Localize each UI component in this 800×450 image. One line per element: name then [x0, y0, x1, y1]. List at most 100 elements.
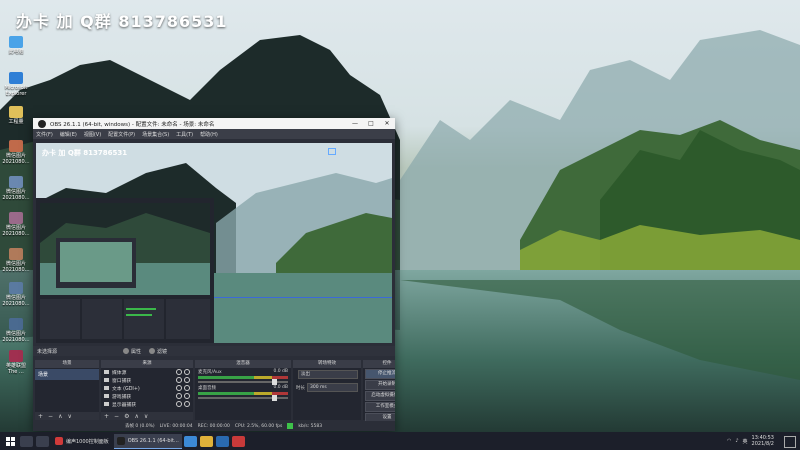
- sources-dock-footer: + − ⚙ ∧ ∨: [101, 412, 193, 420]
- obs-status-bar: 丢帧 0 (0.0%) LIVE: 00:00:04 REC: 00:00:00…: [33, 421, 395, 431]
- rec-timer-text: REC: 00:00:00: [197, 423, 230, 429]
- desktop-shortcut-icon: [9, 248, 23, 260]
- menu-item[interactable]: 场景集合(S): [142, 131, 169, 138]
- desktop-icon[interactable]: 此电脑: [2, 36, 30, 55]
- scene-list: 场景: [35, 369, 99, 380]
- control-button[interactable]: 开始录制: [365, 380, 395, 390]
- ime-indicator[interactable]: 英: [743, 438, 748, 445]
- remove-source-icon[interactable]: −: [114, 413, 119, 420]
- channel-db: 0.0 dB: [273, 369, 288, 374]
- source-item[interactable]: 显示器捕获: [101, 400, 193, 408]
- add-source-icon[interactable]: +: [104, 413, 109, 420]
- desktop-icon[interactable]: 微信图片 2021080…: [2, 212, 30, 237]
- volume-slider[interactable]: [198, 395, 288, 401]
- visibility-eye-icon[interactable]: [176, 393, 182, 399]
- menu-item[interactable]: 帮助(H): [200, 131, 218, 138]
- menu-item[interactable]: 配置文件(P): [108, 131, 135, 138]
- preview-resize-handle[interactable]: [328, 148, 336, 155]
- source-item[interactable]: 窗口捕获: [101, 376, 193, 384]
- lock-icon[interactable]: [184, 385, 190, 391]
- obs-window[interactable]: OBS 26.1.1 (64-bit, windows) - 配置文件: 未命名…: [33, 118, 395, 431]
- filter-icon: [149, 348, 156, 354]
- menu-item[interactable]: 工具(T): [176, 131, 193, 138]
- controls-dock: 控件 停止推流开始录制启动虚拟摄像机工作室模式设置退出: [363, 360, 395, 431]
- volume-slider[interactable]: [198, 379, 288, 385]
- lock-icon[interactable]: [184, 393, 190, 399]
- mixer-channel: 桌面音频 0.0 dB: [195, 384, 291, 401]
- maximize-icon[interactable]: □: [363, 120, 379, 127]
- obs-preview-canvas[interactable]: 办卡 加 Q群 813786531: [36, 143, 392, 343]
- desktop-icon[interactable]: 工程量: [2, 106, 30, 125]
- obs-titlebar[interactable]: OBS 26.1.1 (64-bit, windows) - 配置文件: 未命名…: [33, 118, 395, 129]
- visibility-eye-icon[interactable]: [176, 377, 182, 383]
- start-button[interactable]: [0, 436, 20, 446]
- lock-icon[interactable]: [184, 377, 190, 383]
- close-icon[interactable]: ✕: [379, 120, 395, 127]
- search-icon[interactable]: [20, 435, 33, 447]
- lock-icon[interactable]: [184, 369, 190, 375]
- move-up-icon[interactable]: ∧: [134, 413, 138, 420]
- desktop-icon[interactable]: 微信图片 2021080…: [2, 176, 30, 201]
- edge-icon[interactable]: [183, 435, 197, 447]
- system-tray: ◠ ♪ 英 13:40:53 2021/8/2: [727, 432, 774, 450]
- source-list: 媒体源 窗口捕获 文本 (GDI+) 游戏捕获 显示器捕获: [101, 368, 193, 408]
- visibility-eye-icon[interactable]: [176, 369, 182, 375]
- source-item[interactable]: 媒体源: [101, 368, 193, 376]
- desktop-icon[interactable]: 微信图片 2021080…: [2, 282, 30, 307]
- transition-duration-row: 时长 300 ms: [293, 381, 361, 394]
- desktop-icon[interactable]: 微信图片 2021080…: [2, 318, 30, 343]
- move-down-icon[interactable]: ∨: [144, 413, 148, 420]
- desktop-icon-label: 微信图片 2021080…: [2, 331, 30, 343]
- control-button[interactable]: 工作室模式: [365, 402, 395, 412]
- move-up-icon[interactable]: ∧: [58, 413, 62, 420]
- file-explorer-icon[interactable]: [199, 435, 213, 447]
- network-icon[interactable]: ◠: [727, 438, 731, 444]
- source-type-icon: [104, 378, 109, 382]
- visibility-eye-icon[interactable]: [176, 385, 182, 391]
- desktop-icon[interactable]: 微信图片 2021080…: [2, 140, 30, 165]
- visibility-eye-icon[interactable]: [176, 401, 182, 407]
- source-type-icon: [104, 370, 109, 374]
- obs-source-toolbar: 未选择源 属性 滤镜: [33, 346, 395, 356]
- desktop-shortcut-icon: [9, 350, 23, 362]
- menu-item[interactable]: 文件(F): [36, 131, 53, 138]
- scene-item[interactable]: 场景: [35, 369, 99, 380]
- duration-input[interactable]: 300 ms: [307, 383, 358, 392]
- source-item[interactable]: 游戏捕获: [101, 392, 193, 400]
- notification-center-icon[interactable]: [784, 436, 796, 448]
- bitrate-text: kb/s: 5583: [298, 423, 323, 429]
- task-view-icon[interactable]: [36, 435, 49, 447]
- desktop-icon[interactable]: Microsoft Explorer: [2, 72, 30, 97]
- add-scene-icon[interactable]: +: [38, 413, 43, 420]
- minimize-icon[interactable]: —: [347, 120, 363, 127]
- taskbar-app-button[interactable]: OBS 26.1.1 (64-bit…: [113, 433, 182, 449]
- desktop-icon[interactable]: 英雄联盟 The …: [2, 350, 30, 375]
- app-icon: [116, 436, 125, 445]
- move-down-icon[interactable]: ∨: [67, 413, 71, 420]
- menu-item[interactable]: 视图(V): [84, 131, 101, 138]
- audio-mixer-dock: 混音器 麦克风/Aux 0.0 dB 桌面音频 0.0 dB: [195, 360, 291, 420]
- control-button[interactable]: 停止推流: [365, 369, 395, 379]
- cpu-fps-text: CPU: 2.5%, 60.00 fps: [234, 423, 283, 429]
- properties-button[interactable]: 属性: [123, 348, 141, 355]
- control-button[interactable]: 启动虚拟摄像机: [365, 391, 395, 401]
- sources-dock-title: 来源: [101, 360, 193, 368]
- remove-scene-icon[interactable]: −: [48, 413, 53, 420]
- desktop-icon[interactable]: 微信图片 2021080…: [2, 248, 30, 273]
- lock-icon[interactable]: [184, 401, 190, 407]
- filters-button[interactable]: 滤镜: [149, 348, 167, 355]
- steam-icon[interactable]: [215, 435, 229, 447]
- source-item[interactable]: 文本 (GDI+): [101, 384, 193, 392]
- transition-type-select[interactable]: 淡出: [298, 370, 358, 379]
- channel-db: 0.0 dB: [273, 385, 288, 390]
- menu-item[interactable]: 编辑(E): [60, 131, 77, 138]
- taskbar-app-button[interactable]: 编声1000控制面板: [52, 434, 112, 448]
- volume-slider-knob[interactable]: [271, 395, 277, 401]
- volume-slider-knob[interactable]: [271, 379, 277, 385]
- desktop-icon-label: 此电脑: [8, 49, 24, 55]
- gear-icon[interactable]: ⚙: [124, 413, 129, 420]
- clock[interactable]: 13:40:53 2021/8/2: [752, 435, 774, 447]
- obs-logo-icon: [38, 119, 46, 128]
- app-icon[interactable]: [231, 435, 245, 447]
- volume-icon[interactable]: ♪: [735, 438, 738, 444]
